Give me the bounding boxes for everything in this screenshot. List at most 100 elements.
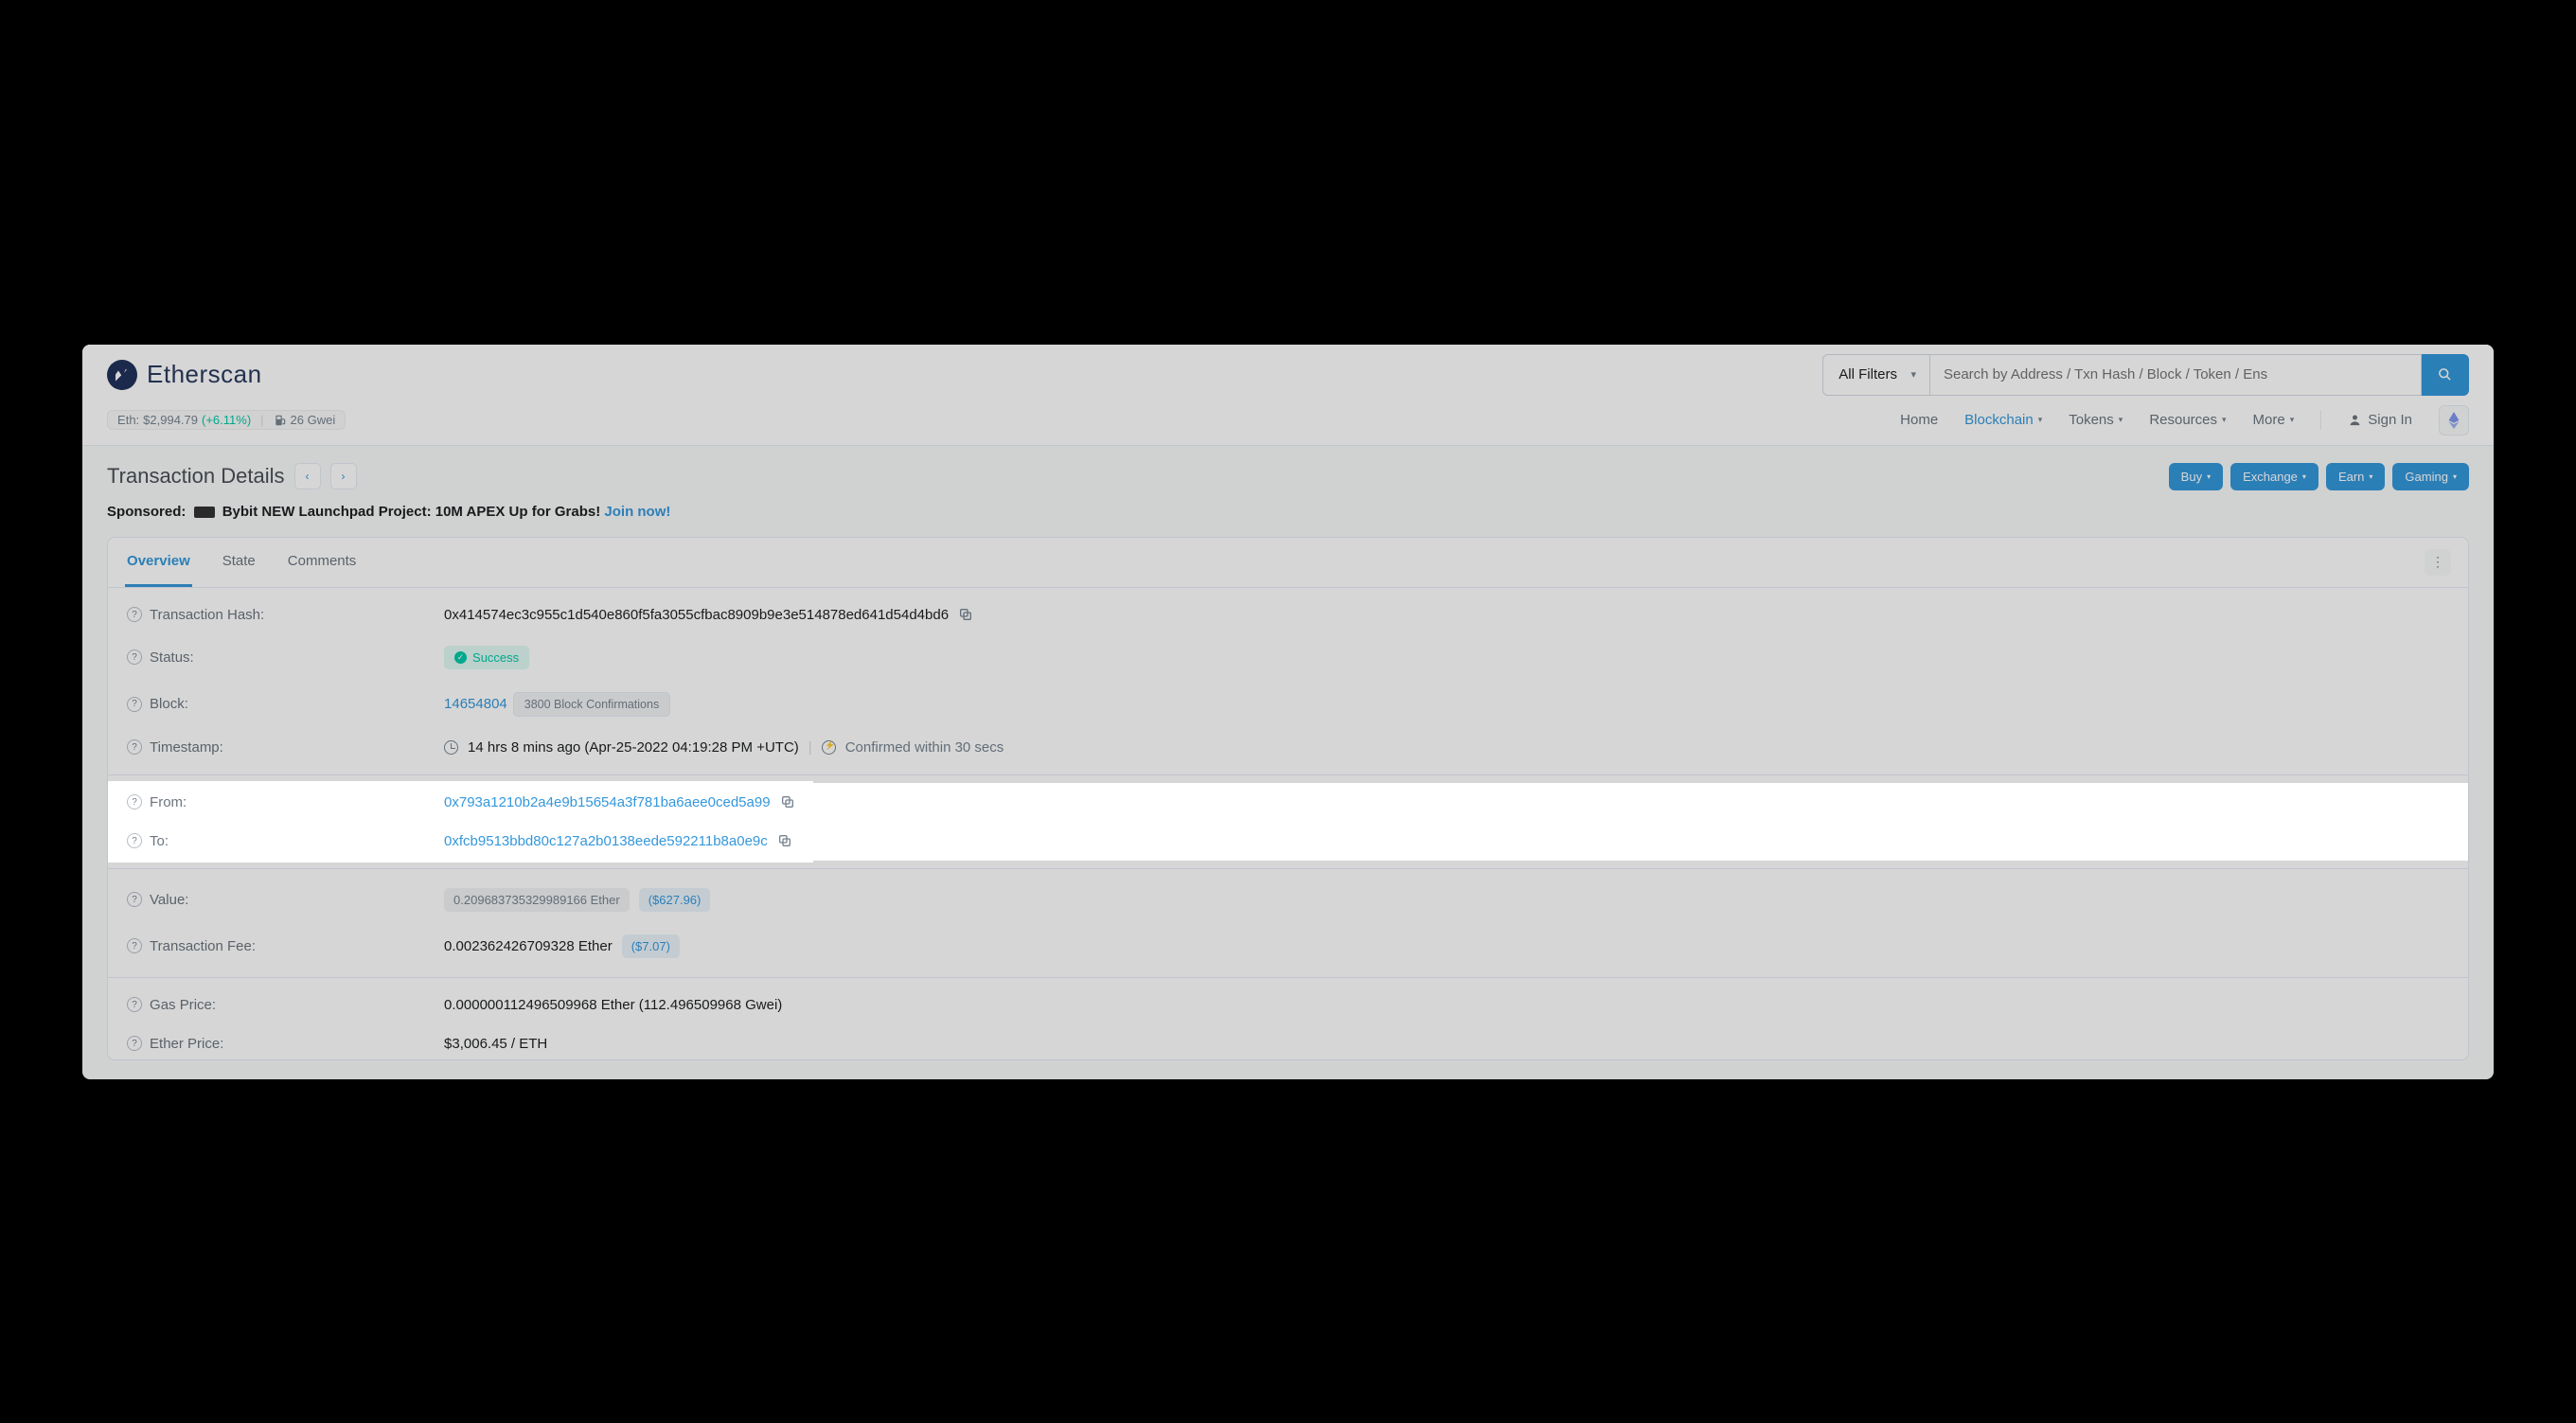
sponsor-text: Bybit NEW Launchpad Project: 10M APEX Up…	[222, 504, 601, 520]
help-icon[interactable]: ?	[127, 739, 142, 755]
gaming-label: Gaming	[2405, 470, 2448, 484]
from-address-link[interactable]: 0x793a1210b2a4e9b15654a3f781ba6aee0ced5a…	[444, 794, 771, 810]
help-icon[interactable]: ?	[127, 794, 142, 809]
tab-state[interactable]: State	[221, 538, 258, 587]
earn-label: Earn	[2338, 470, 2364, 484]
value-txhash: 0x414574ec3c955c1d540e860f5fa3055cfbac89…	[444, 607, 949, 623]
search-filter-select[interactable]: All Filters	[1822, 354, 1929, 396]
chevron-down-icon: ▾	[2222, 415, 2227, 425]
chevron-down-icon: ▾	[2207, 472, 2211, 481]
help-icon[interactable]: ?	[127, 997, 142, 1012]
buy-label: Buy	[2181, 470, 2202, 484]
label-value: Value:	[150, 892, 188, 908]
nav-tokens-label: Tokens	[2069, 412, 2114, 428]
nav-blockchain-label: Blockchain	[1964, 412, 2034, 428]
main-nav: Home Blockchain ▾ Tokens ▾ Resources ▾ M…	[1900, 405, 2469, 436]
label-from: From:	[150, 794, 187, 810]
sponsor-link[interactable]: Join now!	[604, 504, 670, 520]
chevron-down-icon: ▾	[2038, 415, 2043, 425]
nav-blockchain[interactable]: Blockchain ▾	[1964, 412, 2042, 428]
value-confirmed-in: Confirmed within 30 secs	[845, 739, 1004, 756]
to-address-link[interactable]: 0xfcb9513bbd80c127a2b0138eede592211b8a0e…	[444, 833, 768, 849]
kebab-icon: ⋮	[2431, 554, 2444, 570]
nav-more[interactable]: More ▾	[2253, 412, 2295, 428]
divider	[2320, 411, 2321, 430]
search-icon	[2438, 367, 2452, 382]
gas-icon	[274, 414, 287, 427]
value-gasprice: 0.000000112496509968 Ether (112.49650996…	[444, 997, 782, 1013]
eth-price-pill: Eth: $2,994.79 (+6.11%) | 26 Gwei	[107, 410, 346, 430]
flash-icon	[822, 740, 836, 755]
eth-price-change: (+6.11%)	[202, 413, 251, 427]
help-icon[interactable]: ?	[127, 697, 142, 712]
eth-price-label: Eth:	[117, 413, 139, 427]
user-icon	[2348, 413, 2362, 427]
tab-overview[interactable]: Overview	[125, 538, 192, 587]
block-confirmations-badge: 3800 Block Confirmations	[513, 692, 670, 717]
help-icon[interactable]: ?	[127, 607, 142, 622]
exchange-button[interactable]: Exchange ▾	[2230, 463, 2318, 490]
gaming-button[interactable]: Gaming ▾	[2392, 463, 2469, 490]
help-icon[interactable]: ?	[127, 892, 142, 907]
transaction-card: Overview State Comments ⋮ ? Transaction H…	[107, 537, 2469, 1060]
copy-icon[interactable]	[958, 607, 973, 622]
help-icon[interactable]: ?	[127, 649, 142, 665]
label-status: Status:	[150, 649, 194, 666]
gwei-value: 26 Gwei	[291, 413, 336, 427]
label-timestamp: Timestamp:	[150, 739, 223, 756]
label-txhash: Transaction Hash:	[150, 607, 264, 623]
help-icon[interactable]: ?	[127, 1036, 142, 1051]
eth-price-value: $2,994.79	[143, 413, 198, 427]
eth-mode-button[interactable]	[2439, 405, 2469, 436]
label-txfee: Transaction Fee:	[150, 938, 256, 954]
help-icon[interactable]: ?	[127, 833, 142, 848]
block-link[interactable]: 14654804	[444, 696, 507, 712]
sign-in-label: Sign In	[2368, 412, 2412, 428]
page-title: Transaction Details	[107, 464, 284, 489]
nav-more-label: More	[2253, 412, 2285, 428]
buy-button[interactable]: Buy ▾	[2169, 463, 2223, 490]
clock-icon	[444, 740, 458, 755]
label-block: Block:	[150, 696, 188, 712]
chevron-down-icon: ▾	[2302, 472, 2306, 481]
sign-in-link[interactable]: Sign In	[2348, 412, 2412, 428]
nav-tokens[interactable]: Tokens ▾	[2069, 412, 2123, 428]
nav-resources-label: Resources	[2149, 412, 2217, 428]
chevron-down-icon: ▾	[2290, 415, 2295, 425]
sponsor-logo-icon	[194, 507, 215, 518]
divider: |	[808, 739, 812, 756]
prev-tx-button[interactable]: ‹	[294, 463, 321, 489]
value-usd-amount: ($627.96)	[639, 888, 711, 912]
tab-comments[interactable]: Comments	[286, 538, 359, 587]
divider: |	[260, 413, 263, 427]
copy-icon[interactable]	[780, 794, 795, 809]
value-eth-amount: 0.209683735329989166 Ether	[444, 888, 630, 912]
nav-home[interactable]: Home	[1900, 412, 1938, 428]
nav-resources[interactable]: Resources ▾	[2149, 412, 2226, 428]
search-input[interactable]	[1929, 354, 2422, 396]
txfee-eth: 0.002362426709328 Ether	[444, 938, 613, 954]
chevron-down-icon: ▾	[2453, 472, 2457, 481]
ethereum-icon	[2448, 412, 2460, 429]
value-timestamp: 14 hrs 8 mins ago (Apr-25-2022 04:19:28 …	[468, 739, 799, 756]
label-to: To:	[150, 833, 169, 849]
earn-button[interactable]: Earn ▾	[2326, 463, 2385, 490]
sponsor-prefix: Sponsored:	[107, 504, 186, 520]
chevron-down-icon: ▾	[2369, 472, 2372, 481]
brand-logo[interactable]: Etherscan	[107, 360, 262, 390]
value-ethprice: $3,006.45 / ETH	[444, 1036, 547, 1052]
chevron-down-icon: ▾	[2119, 415, 2123, 425]
card-menu-button[interactable]: ⋮	[2425, 549, 2451, 576]
search-button[interactable]	[2422, 354, 2469, 396]
label-ethprice: Ether Price:	[150, 1036, 223, 1052]
sponsor-banner: Sponsored: Bybit NEW Launchpad Project: …	[82, 500, 2494, 537]
search-bar: All Filters ▾	[1822, 354, 2469, 396]
help-icon[interactable]: ?	[127, 938, 142, 953]
copy-icon[interactable]	[777, 833, 792, 848]
label-gasprice: Gas Price:	[150, 997, 216, 1013]
txfee-usd: ($7.07)	[622, 934, 680, 958]
brand-name: Etherscan	[147, 360, 262, 389]
next-tx-button[interactable]: ›	[330, 463, 357, 489]
exchange-label: Exchange	[2243, 470, 2298, 484]
logo-icon	[107, 360, 137, 390]
